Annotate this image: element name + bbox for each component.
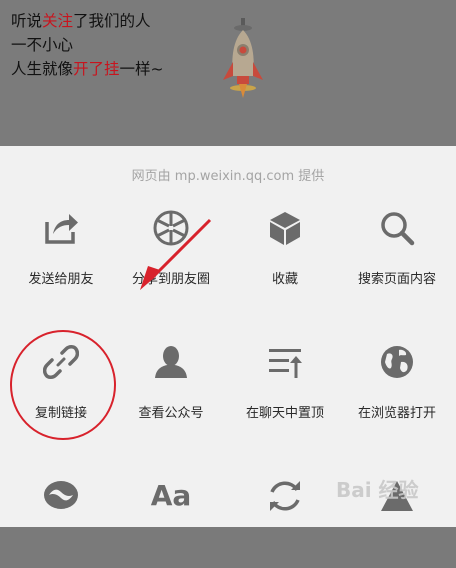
menu-item-label: 搜索页面内容 bbox=[357, 272, 436, 287]
watermark: Bai 经验 bbox=[336, 478, 419, 502]
menu-item-label: 收藏 bbox=[271, 272, 298, 287]
menu-item-send-to-friend[interactable]: 发送给朋友 bbox=[4, 210, 118, 300]
font-size-icon: Aa bbox=[150, 479, 192, 512]
menu-item-font-size[interactable]: Aa bbox=[114, 478, 228, 568]
banner-line1-text: 听说 bbox=[11, 12, 43, 30]
banner-line3-text: 人生就像 bbox=[11, 60, 74, 78]
provider-text: 网页由 mp.weixin.qq.com 提供 bbox=[131, 169, 325, 184]
menu-item-pin-chat[interactable]: 在聊天中置顶 bbox=[228, 344, 342, 434]
banner-line2: 一不小心 bbox=[11, 36, 74, 54]
rocket-logo-icon bbox=[223, 18, 263, 98]
menu-item-label: 发送给朋友 bbox=[28, 272, 94, 287]
menu-item-open-browser[interactable]: 在浏览器打开 bbox=[340, 344, 454, 434]
highlight-circle-annotation bbox=[10, 330, 116, 440]
menu-item-share-moments[interactable]: 分享到朋友圈 bbox=[114, 210, 228, 300]
pin-top-icon bbox=[269, 349, 302, 378]
menu-item-row3-1[interactable] bbox=[4, 478, 118, 568]
banner-line3-end: 一样~ bbox=[119, 60, 164, 78]
menu-item-search-page[interactable]: 搜索页面内容 bbox=[340, 210, 454, 300]
menu-item-label: 在聊天中置顶 bbox=[245, 406, 324, 421]
search-icon bbox=[381, 212, 415, 246]
menu-item-view-official-account[interactable]: 查看公众号 bbox=[114, 344, 228, 434]
menu-item-label: 分享到朋友圈 bbox=[131, 272, 210, 287]
cube-icon bbox=[270, 212, 300, 245]
menu-item-favorite[interactable]: 收藏 bbox=[228, 210, 342, 300]
banner-line3-highlight: 开了挂 bbox=[73, 60, 120, 78]
banner-line1-end: 了我们的人 bbox=[73, 12, 151, 30]
eye-bubble-icon bbox=[44, 481, 78, 509]
globe-icon bbox=[381, 346, 413, 378]
banner-line1-highlight: 关注 bbox=[42, 12, 74, 30]
moments-aperture-icon bbox=[153, 210, 189, 246]
refresh-icon bbox=[270, 481, 300, 511]
menu-item-refresh[interactable] bbox=[228, 478, 342, 568]
menu-item-label: 查看公众号 bbox=[138, 406, 204, 421]
share-arrow-icon bbox=[45, 214, 78, 244]
menu-item-label: 在浏览器打开 bbox=[357, 406, 436, 421]
banner-text: 听说关注了我们的人 一不小心 人生就像开了挂一样~ bbox=[11, 9, 164, 81]
person-icon bbox=[155, 346, 187, 378]
article-banner: 听说关注了我们的人 一不小心 人生就像开了挂一样~ bbox=[0, 0, 456, 146]
